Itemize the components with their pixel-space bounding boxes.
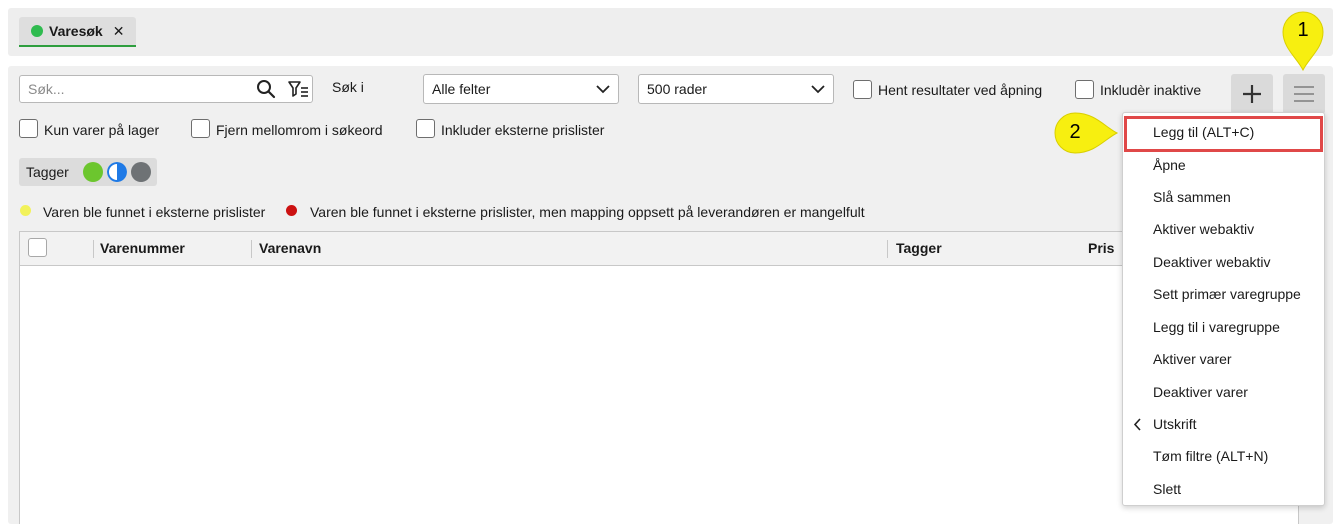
select-all-checkbox[interactable] (28, 238, 47, 257)
include-external-checkbox[interactable] (416, 119, 435, 138)
tag-green-icon[interactable] (82, 162, 103, 182)
menu-item-tom-filtre[interactable]: Tøm filtre (ALT+N) (1153, 448, 1268, 464)
column-header-varenavn[interactable]: Varenavn (259, 240, 321, 256)
tag-half-blue-icon[interactable] (106, 162, 127, 182)
only-in-stock-label: Kun varer på lager (44, 122, 160, 138)
column-header-pris[interactable]: Pris (1088, 240, 1114, 256)
chevron-left-icon (1133, 418, 1141, 431)
fetch-on-open-checkbox[interactable] (853, 80, 872, 99)
legend-red-text: Varen ble funnet i eksterne prislister, … (310, 204, 865, 220)
remove-spaces-checkbox[interactable] (191, 119, 210, 138)
tag-filter[interactable]: Tagger (19, 158, 157, 186)
menu-item-sett-primaer-varegruppe[interactable]: Sett primær varegruppe (1153, 286, 1301, 302)
menu-item-aktiver-webaktiv[interactable]: Aktiver webaktiv (1153, 221, 1254, 237)
menu-button[interactable] (1283, 74, 1325, 114)
tab-varesok[interactable]: Varesøk ✕ (19, 17, 137, 47)
menu-item-slett[interactable]: Slett (1153, 481, 1181, 497)
tab-strip (8, 8, 1333, 56)
column-header-tagger[interactable]: Tagger (896, 240, 942, 256)
legend-yellow-text: Varen ble funnet i eksterne prislister (43, 204, 266, 220)
chevron-down-icon (596, 84, 610, 93)
fetch-on-open-label: Hent resultater ved åpning (878, 82, 1043, 98)
results-table (19, 231, 1299, 524)
menu-item-utskrift[interactable]: Utskrift (1153, 416, 1197, 432)
rows-select-value: 500 rader (647, 81, 707, 97)
search-icon[interactable] (256, 79, 276, 99)
callout-1-label: 1 (1297, 19, 1309, 41)
column-separator (251, 240, 252, 258)
chevron-down-icon (811, 84, 825, 93)
filter-icon[interactable] (287, 79, 309, 99)
close-icon[interactable]: ✕ (113, 23, 125, 40)
legend-yellow-dot (20, 205, 31, 216)
tab-label: Varesøk (49, 23, 103, 39)
rows-select[interactable]: 500 rader (638, 74, 834, 104)
column-separator (93, 240, 94, 258)
menu-item-apne[interactable]: Åpne (1153, 157, 1186, 173)
menu-item-legg-til-i-varegruppe[interactable]: Legg til i varegruppe (1153, 319, 1280, 335)
status-dot (31, 25, 43, 37)
menu-item-deaktiver-webaktiv[interactable]: Deaktiver webaktiv (1153, 254, 1271, 270)
callout-2-label: 2 (1069, 121, 1081, 143)
menu-item-sla-sammen[interactable]: Slå sammen (1153, 189, 1231, 205)
only-in-stock-checkbox[interactable] (19, 119, 38, 138)
include-external-label: Inkluder eksterne prislister (441, 122, 605, 138)
menu-item-aktiver-varer[interactable]: Aktiver varer (1153, 351, 1232, 367)
add-button[interactable] (1231, 74, 1273, 114)
include-inactive-label: Inkludèr inaktive (1100, 82, 1202, 98)
legend-red-dot (286, 205, 297, 216)
search-in-label: Søk i (332, 79, 364, 95)
plus-icon (1243, 85, 1261, 103)
column-header-varenummer[interactable]: Varenummer (100, 240, 185, 256)
tag-gray-icon[interactable] (130, 162, 151, 182)
tag-filter-label: Tagger (26, 164, 69, 180)
menu-item-legg-til[interactable]: Legg til (ALT+C) (1153, 124, 1254, 140)
menu-item-deaktiver-varer[interactable]: Deaktiver varer (1153, 384, 1248, 400)
fields-select[interactable]: Alle felter (423, 74, 619, 104)
column-separator (887, 240, 888, 258)
fields-select-value: Alle felter (432, 81, 491, 97)
hamburger-menu-icon (1294, 86, 1314, 102)
include-inactive-checkbox[interactable] (1075, 80, 1094, 99)
remove-spaces-label: Fjern mellomrom i søkeord (216, 122, 383, 138)
